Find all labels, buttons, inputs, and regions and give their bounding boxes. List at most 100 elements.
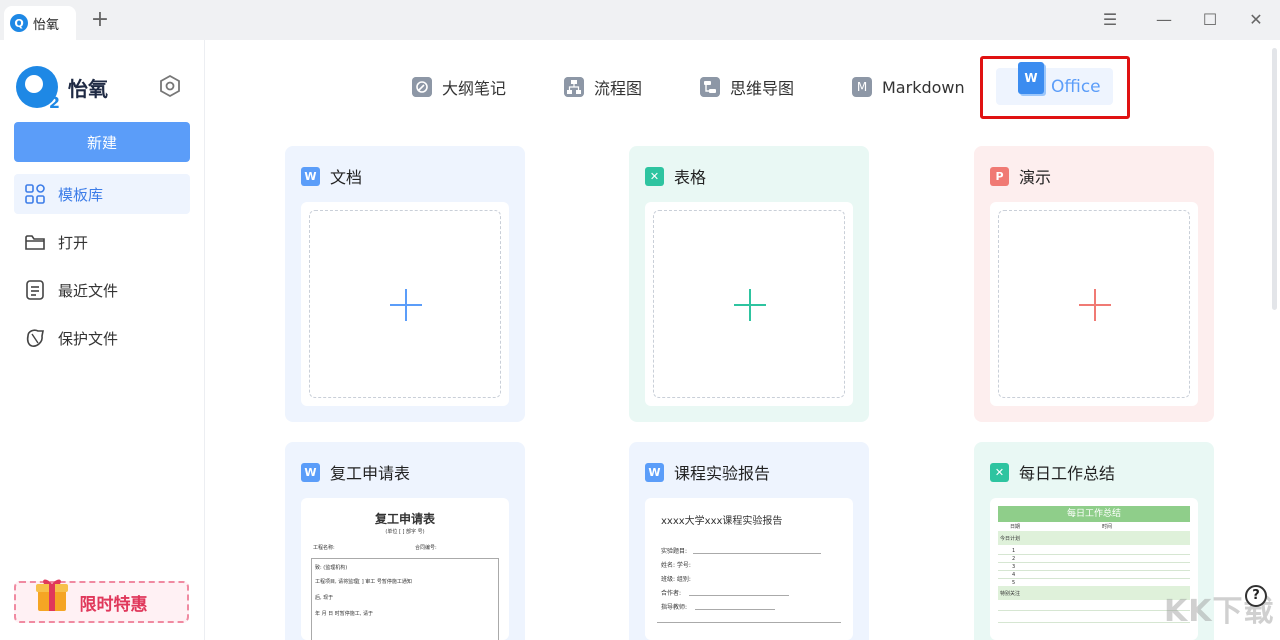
dashed-frame [309, 210, 501, 398]
preview-line [998, 622, 1190, 623]
new-document-area[interactable] [301, 202, 509, 406]
highlight-box [980, 56, 1130, 119]
card-document[interactable]: W 文档 [285, 146, 525, 422]
sidebar-item-label: 模板库 [58, 184, 103, 205]
preview-line [998, 570, 1190, 571]
word-icon: W [301, 167, 320, 186]
preview-line [998, 562, 1190, 563]
card-template-lab-report[interactable]: W 课程实验报告 xxxx大学xxx课程实验报告 实验题目: 姓名: 学号: 班… [629, 442, 869, 640]
preview-section: 今日计划 [998, 531, 1190, 545]
preview-text: 姓名: 学号: [661, 560, 691, 569]
markdown-icon: M [852, 77, 872, 97]
tab-label: Markdown [882, 78, 965, 97]
preview-heading: xxxx大学xxx课程实验报告 [661, 512, 782, 527]
preview-line [998, 554, 1190, 555]
maximize-button[interactable]: ☐ [1198, 8, 1222, 32]
card-presentation[interactable]: P 演示 [974, 146, 1214, 422]
preview-line [498, 558, 499, 640]
card-header: P 演示 [990, 164, 1051, 188]
card-title: 文档 [330, 164, 362, 188]
card-title: 复工申请表 [330, 460, 410, 484]
card-header: W 课程实验报告 [645, 460, 770, 484]
preview-section: 特别关注 [998, 586, 1190, 600]
tab-flowchart[interactable]: 流程图 [564, 76, 642, 98]
preview-text: 工程项目, 请将监理[ ] 审工 号暂停施工通知 [315, 578, 412, 585]
tab-label: 流程图 [594, 75, 642, 99]
dashed-frame [998, 210, 1190, 398]
sidebar-item-label: 最近文件 [58, 280, 118, 301]
document-icon [24, 279, 46, 301]
brand-logo-glyph: 2 [49, 93, 60, 112]
card-header: ✕ 表格 [645, 164, 706, 188]
tab-mindmap[interactable]: 思维导图 [700, 76, 794, 98]
sidebar-item-recent[interactable]: 最近文件 [14, 270, 190, 310]
preview-text: 后, 现于 [315, 594, 333, 601]
new-spreadsheet-area[interactable] [645, 202, 853, 406]
sidebar-item-open[interactable]: 打开 [14, 222, 190, 262]
card-title: 演示 [1019, 164, 1051, 188]
preview-line [693, 553, 821, 554]
plus-icon-vertical [1094, 289, 1096, 321]
pen-icon [412, 77, 432, 97]
preview-line [689, 595, 789, 596]
preview-text: 时间 [1102, 523, 1112, 530]
card-title: 每日工作总结 [1019, 460, 1115, 484]
shield-icon [24, 327, 46, 349]
plus-icon-vertical [405, 289, 407, 321]
grid-icon [24, 183, 46, 205]
app-tab[interactable]: Q 怡氧 [4, 6, 76, 40]
card-header: W 复工申请表 [301, 460, 410, 484]
promo-label: 限时特惠 [80, 590, 148, 615]
minimize-button[interactable]: — [1152, 8, 1176, 32]
new-button[interactable]: 新建 [14, 122, 190, 162]
tab-label: 思维导图 [730, 75, 794, 99]
tab-label: 大纲笔记 [442, 75, 506, 99]
menu-icon[interactable]: ☰ [1098, 8, 1122, 32]
preview-text: 日期 [1010, 523, 1020, 530]
card-spreadsheet[interactable]: ✕ 表格 [629, 146, 869, 422]
dashed-frame [653, 210, 845, 398]
preview-heading: 复工申请表 [301, 510, 509, 527]
tab-markdown[interactable]: M Markdown [852, 76, 965, 98]
card-template-return-to-work[interactable]: W 复工申请表 复工申请表 (单位 [ ] 部字 号) 工程名称: 合同编号: … [285, 442, 525, 640]
close-button[interactable]: ✕ [1244, 8, 1268, 32]
card-header: W 文档 [301, 164, 362, 188]
flowchart-icon [564, 77, 584, 97]
help-button[interactable]: ? [1245, 585, 1267, 607]
preview-text: 实验题目: [661, 546, 687, 555]
tab-outline[interactable]: 大纲笔记 [412, 76, 506, 98]
preview-line [657, 622, 841, 623]
brand: 2 怡氧 [16, 66, 108, 108]
promo-banner[interactable]: 限时特惠 [14, 581, 189, 623]
preview-text: 合作者: [661, 588, 681, 597]
template-preview: 复工申请表 (单位 [ ] 部字 号) 工程名称: 合同编号: 致: (监理机构… [301, 498, 509, 640]
sidebar-item-protect[interactable]: 保护文件 [14, 318, 190, 358]
sidebar-item-label: 保护文件 [58, 328, 118, 349]
card-title: 表格 [674, 164, 706, 188]
word-icon: W [645, 463, 664, 482]
excel-icon: ✕ [645, 167, 664, 186]
card-title: 课程实验报告 [674, 460, 770, 484]
preview-line [998, 610, 1190, 611]
preview-text: 工程名称: [313, 544, 335, 551]
preview-line [311, 558, 312, 640]
tab-title: 怡氧 [33, 14, 59, 33]
new-presentation-area[interactable] [990, 202, 1198, 406]
template-preview: xxxx大学xxx课程实验报告 实验题目: 姓名: 学号: 班级: 组别: 合作… [645, 498, 853, 640]
preview-text: 合同编号: [415, 544, 437, 551]
preview-subhead: (单位 [ ] 部字 号) [301, 528, 509, 535]
card-header: ✕ 每日工作总结 [990, 460, 1115, 484]
mindmap-icon [700, 77, 720, 97]
sidebar-item-templates[interactable]: 模板库 [14, 174, 190, 214]
title-bar: Q 怡氧 + ☰ — ☐ ✕ [0, 0, 1280, 40]
preview-heading: 每日工作总结 [998, 506, 1190, 522]
sidebar: 2 怡氧 新建 模板库 打开 最近文件 [0, 40, 205, 640]
scrollbar[interactable] [1272, 48, 1277, 310]
preview-line [695, 609, 775, 610]
excel-icon: ✕ [990, 463, 1009, 482]
settings-icon[interactable] [158, 74, 182, 98]
preview-text: 年 月 日 时暂停施工, 请于 [315, 610, 373, 617]
brand-logo-icon: 2 [16, 66, 58, 108]
preview-text: 班级: 组别: [661, 574, 691, 583]
add-tab-button[interactable]: + [88, 8, 112, 32]
